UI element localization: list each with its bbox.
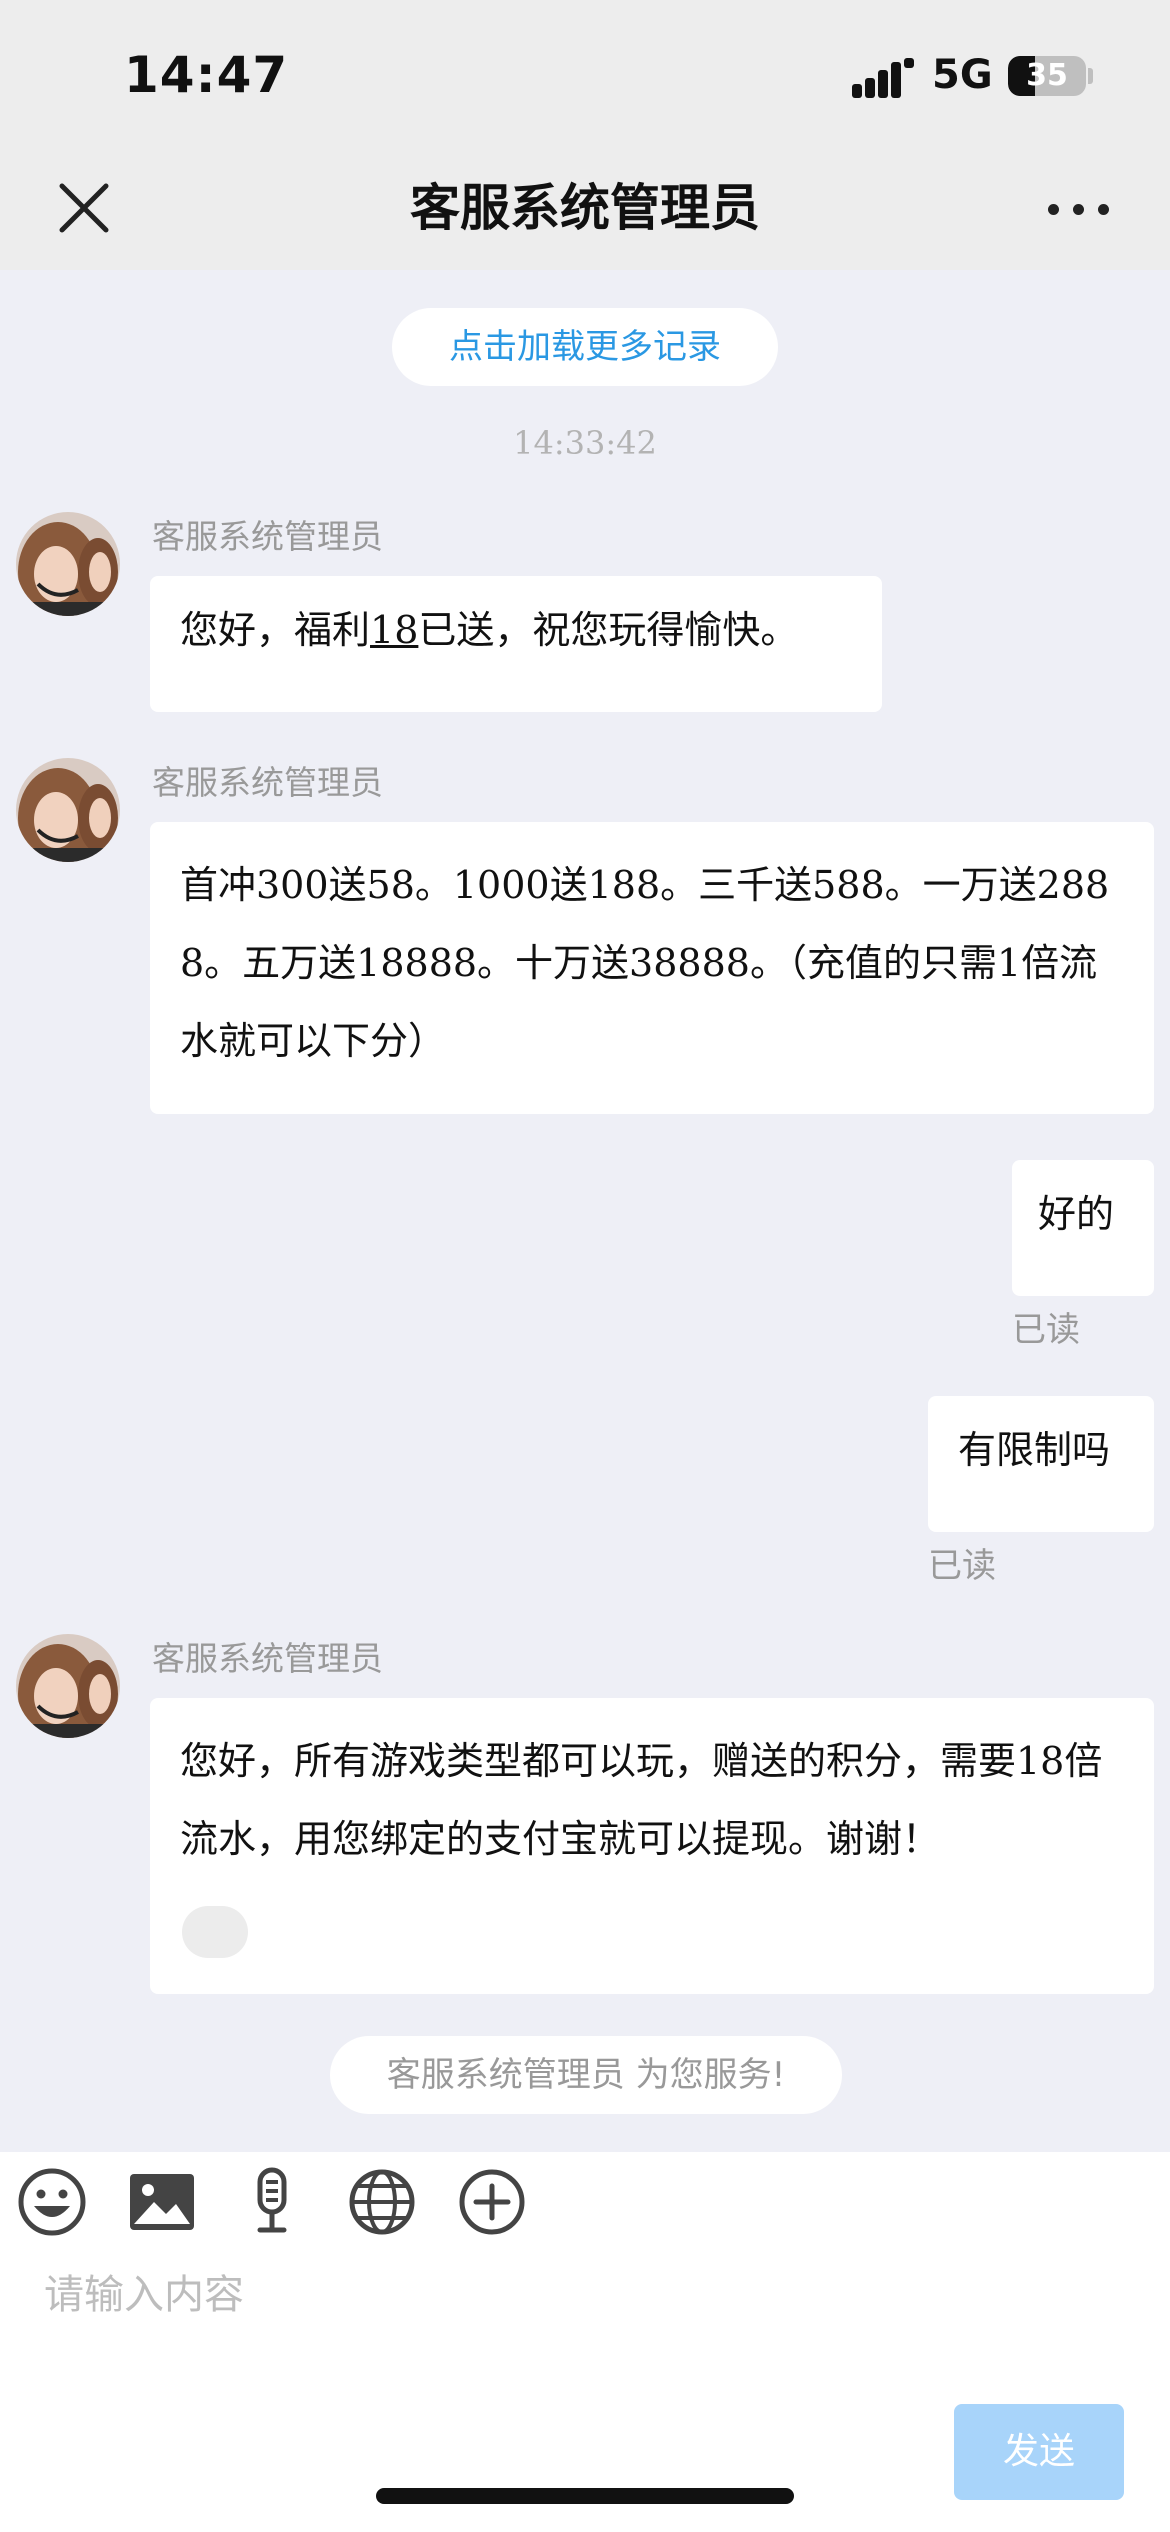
load-more-button[interactable]: 点击加载更多记录 [392, 308, 778, 386]
message-link[interactable]: 18 [370, 608, 418, 652]
microphone-icon[interactable] [236, 2166, 308, 2238]
status-time: 14:47 [124, 46, 289, 104]
message-text: 您好，福利 [180, 608, 371, 652]
sender-name: 客服系统管理员 [152, 763, 383, 802]
agent-message-bubble[interactable]: 您好，所有游戏类型都可以玩，赠送的积分，需要18倍流水，用您绑定的支付宝就可以提… [150, 1698, 1154, 1994]
globe-icon[interactable] [346, 2166, 418, 2238]
network-type: 5G [932, 52, 993, 98]
agent-avatar[interactable] [16, 512, 120, 616]
top-bar: 14:47 5G 35 客服系统管理员 [0, 0, 1170, 270]
user-message-bubble[interactable]: 有限制吗 [928, 1396, 1154, 1532]
read-status: 已读 [1012, 1310, 1080, 1350]
battery-icon: 35 [1008, 56, 1086, 96]
send-button[interactable]: 发送 [954, 2404, 1124, 2500]
agent-avatar[interactable] [16, 758, 120, 862]
agent-message-bubble[interactable]: 您好，福利18已送，祝您玩得愉快。 [150, 576, 882, 712]
message-text: 您好，所有游戏类型都可以玩，赠送的积分，需要18倍流水，用您绑定的支付宝就可以提… [180, 1739, 1103, 1861]
reaction-placeholder[interactable] [182, 1906, 248, 1958]
emoji-icon[interactable] [16, 2166, 88, 2238]
battery-tip [1088, 68, 1093, 84]
battery-level: 35 [1026, 58, 1068, 93]
service-notice: 客服系统管理员 为您服务! [330, 2036, 842, 2114]
user-message-bubble[interactable]: 好的 [1012, 1160, 1154, 1296]
plus-icon[interactable] [456, 2166, 528, 2238]
chat-timestamp: 14:33:42 [513, 424, 657, 462]
sender-name: 客服系统管理员 [152, 1639, 383, 1678]
home-indicator [376, 2488, 794, 2504]
more-options-icon[interactable] [1048, 190, 1114, 226]
agent-message-bubble[interactable]: 首冲300送58。1000送188。三千送588。一万送2888。五万送1888… [150, 822, 1154, 1114]
sender-name: 客服系统管理员 [152, 517, 383, 556]
signal-icon [852, 58, 914, 98]
read-status: 已读 [928, 1546, 996, 1586]
image-icon[interactable] [126, 2166, 198, 2238]
message-input[interactable] [44, 2260, 944, 2330]
page-title: 客服系统管理员 [410, 179, 760, 237]
agent-avatar[interactable] [16, 1634, 120, 1738]
message-text: 已送，祝您玩得愉快。 [418, 608, 799, 652]
